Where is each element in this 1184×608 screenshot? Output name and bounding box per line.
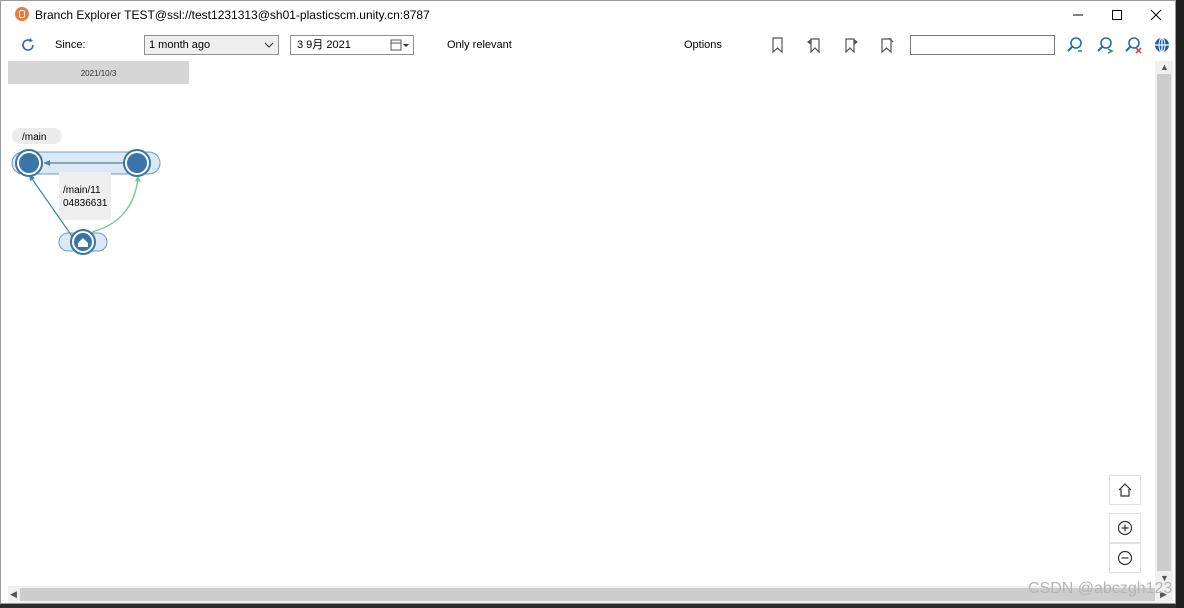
plastic-scm-logo-icon	[15, 7, 29, 21]
main-branch-label: /main	[22, 132, 46, 143]
zoom-home-button[interactable]	[1109, 475, 1141, 505]
date-picker[interactable]: 3 9月 2021	[290, 35, 414, 55]
zoom-out-button[interactable]	[1109, 543, 1141, 573]
since-dropdown[interactable]: 1 month ago	[144, 35, 279, 55]
maximize-icon	[1112, 10, 1122, 20]
background-window-edge	[1176, 0, 1184, 608]
chevron-down-icon	[264, 42, 274, 48]
vertical-scrollbar[interactable]: ▲ ▼	[1155, 61, 1173, 586]
only-relevant-toggle[interactable]: Only relevant	[447, 39, 512, 51]
bookmark-icon[interactable]	[769, 36, 787, 54]
child-branch-label-line2: 04836631	[63, 198, 108, 209]
since-label: Since:	[55, 39, 86, 51]
title-bar: Branch Explorer TEST@ssl://test1231313@s…	[1, 1, 1175, 29]
changeset-node-fill	[19, 153, 39, 173]
search-next-icon[interactable]	[1096, 36, 1114, 54]
close-icon	[1150, 9, 1162, 21]
zoom-in-button[interactable]	[1109, 513, 1141, 543]
since-value: 1 month ago	[149, 39, 211, 51]
search-input[interactable]	[910, 35, 1055, 55]
minimize-icon	[1073, 14, 1083, 16]
changeset-node-fill	[127, 153, 147, 173]
window-title: Branch Explorer TEST@ssl://test1231313@s…	[35, 8, 430, 22]
horizontal-scroll-thumb[interactable]	[20, 588, 1155, 601]
search-clear-icon[interactable]	[1124, 36, 1142, 54]
scroll-left-arrow-icon[interactable]: ◀	[10, 589, 17, 600]
horizontal-scrollbar[interactable]: ◀ ▶	[8, 586, 1173, 603]
home-icon	[1118, 483, 1132, 497]
branch-graph: /main /main/11 04836631	[11, 128, 161, 255]
options-button[interactable]: Options	[684, 39, 722, 51]
scroll-up-arrow-icon[interactable]: ▲	[1160, 62, 1169, 72]
watermark: CSDN @abczgh123	[1028, 580, 1173, 597]
bookmark-clear-icon[interactable]	[878, 36, 896, 54]
bookmark-next-icon[interactable]	[842, 36, 860, 54]
vertical-scroll-thumb[interactable]	[1157, 74, 1171, 571]
branch-explorer-window: Branch Explorer TEST@ssl://test1231313@s…	[0, 0, 1176, 604]
bookmark-back-icon[interactable]	[805, 36, 823, 54]
child-branch-label-bg	[59, 172, 111, 220]
search-prev-icon[interactable]	[1066, 36, 1084, 54]
globe-icon[interactable]	[1153, 36, 1171, 54]
branch-explorer-canvas[interactable]: 2021/10/3 /main /main/11 04836631	[8, 61, 1155, 586]
calendar-icon[interactable]	[390, 39, 410, 51]
date-value: 3 9月 2021	[297, 39, 351, 51]
close-button[interactable]	[1133, 1, 1175, 29]
zoom-in-icon	[1117, 520, 1133, 536]
refresh-icon[interactable]	[19, 36, 37, 54]
child-branch-label-line1: /main/11	[63, 185, 101, 196]
zoom-out-icon	[1117, 550, 1133, 566]
toolbar: Since: 1 month ago 3 9月 2021 Only releva…	[1, 31, 1175, 61]
